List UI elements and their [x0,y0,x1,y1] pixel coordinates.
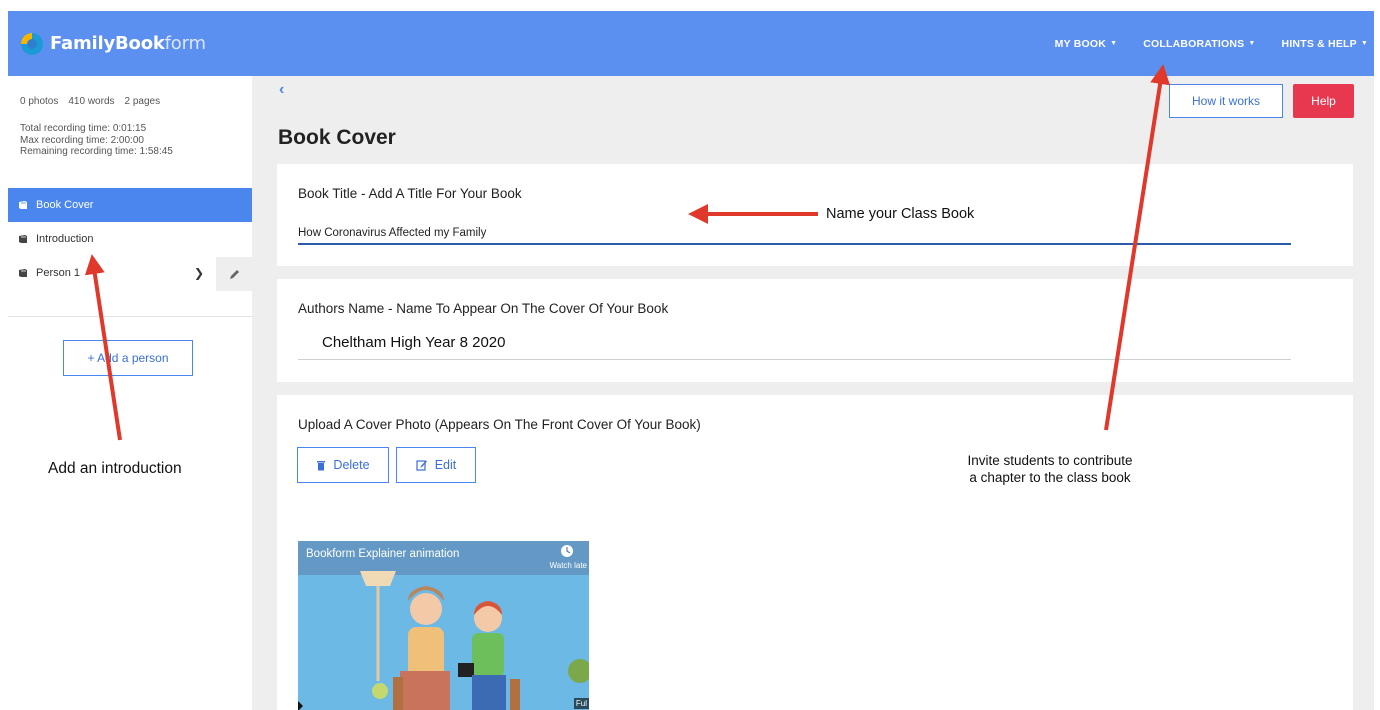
recording-info: Total recording time: 0:01:15 Max record… [20,123,173,158]
caret-down-icon: ▼ [1110,40,1118,47]
cover-video-thumbnail[interactable]: Bookform Explainer animation Watch late … [298,541,589,710]
trash-icon [317,460,326,470]
nav-hints-help-label: HINTS & HELP [1281,38,1357,50]
remaining-recording-time: Remaining recording time: 1:58:45 [20,146,173,157]
authors-name-value: Cheltham High Year 8 2020 [322,334,506,351]
edit-button[interactable]: Edit [396,447,476,483]
nav-collaborations-label: COLLABORATIONS [1143,38,1245,50]
sidebar-item-label: Introduction [36,233,94,245]
pages-count: 2 pages [124,96,161,107]
nav-hints-help[interactable]: HINTS & HELP ▼ [1282,38,1368,50]
logo-icon [18,30,44,56]
cover-photo-label: Upload A Cover Photo (Appears On The Fro… [298,417,701,432]
nav-collaborations[interactable]: COLLABORATIONS ▼ [1143,38,1255,50]
book-icon [19,269,27,277]
words-count: 410 words [68,96,115,107]
photos-count: 0 photos [20,96,59,107]
nav-my-book[interactable]: MY BOOK ▼ [1055,38,1118,50]
nav-my-book-label: MY BOOK [1054,38,1107,50]
help-button[interactable]: Help [1293,84,1354,118]
book-icon [19,201,27,209]
caret-down-icon: ▼ [1248,40,1256,47]
sidebar-item-introduction[interactable]: Introduction [8,222,252,256]
sidebar-divider [8,316,252,317]
book-title-card: Book Title - Add A Title For Your Book H… [277,164,1353,266]
sidebar-item-label: Person 1 [36,267,81,279]
max-recording-time: Max recording time: 2:00:00 [20,134,144,146]
video-illustration [298,541,589,710]
annotation-invite-line2: a chapter to the class book [969,470,1131,485]
fullscreen-label[interactable]: Ful [573,698,589,709]
book-title-field[interactable]: How Coronavirus Affected my Family [298,224,1291,245]
app-window: FamilyBookform MY BOOK ▼ COLLABORATIONS ▼ … [8,11,1374,710]
logo-text-bold: FamilyBook [50,32,165,54]
annotation-name-book: Name your Class Book [826,206,975,222]
edit-icon [416,460,427,471]
chevron-right-icon[interactable]: ❯ [194,266,204,280]
delete-button[interactable]: Delete [297,447,389,483]
sidebar: 0 photos 410 words 2 pages Total recording… [8,76,252,710]
add-person-button[interactable]: + Add a person [63,340,193,376]
total-recording-time: Total recording time: 0:01:15 [20,123,147,134]
annotation-invite: Invite students to contribute a chapter … [930,452,1170,486]
edit-person-button[interactable] [216,257,252,291]
how-it-works-button[interactable]: How it works [1169,84,1283,118]
edit-label: Edit [434,458,457,472]
video-title: Bookform Explainer animation [306,548,460,560]
watch-later-label[interactable]: Watch late [550,561,588,570]
book-stats: 0 photos 410 words 2 pages [20,96,170,107]
back-chevron-icon[interactable]: ‹ [279,81,284,99]
logo[interactable]: FamilyBookform [18,30,206,56]
top-nav-bar: FamilyBookform MY BOOK ▼ COLLABORATIONS ▼ … [8,11,1374,76]
cover-photo-card: Upload A Cover Photo (Appears On The Fro… [277,395,1353,710]
logo-text-light: form [164,32,206,54]
annotation-add-intro: Add an introduction [48,460,182,477]
book-title-label: Book Title - Add A Title For Your Book [298,186,522,201]
authors-name-label: Authors Name - Name To Appear On The Cov… [298,301,669,316]
pencil-icon [229,269,239,279]
book-title-value: How Coronavirus Affected my Family [298,227,487,239]
sidebar-item-book-cover[interactable]: Book Cover [8,188,252,222]
annotation-invite-line1: Invite students to contribute [967,453,1133,468]
logo-text: FamilyBookform [50,33,206,54]
book-icon [19,235,27,243]
delete-label: Delete [333,458,370,472]
caret-down-icon: ▼ [1360,40,1368,47]
top-nav-menu: MY BOOK ▼ COLLABORATIONS ▼ HINTS & HELP ▼ [1055,38,1368,50]
authors-name-field[interactable]: Cheltham High Year 8 2020 [298,329,1291,360]
page-title: Book Cover [278,126,396,149]
authors-name-card: Authors Name - Name To Appear On The Cov… [277,279,1353,382]
sidebar-item-label: Book Cover [36,199,94,211]
